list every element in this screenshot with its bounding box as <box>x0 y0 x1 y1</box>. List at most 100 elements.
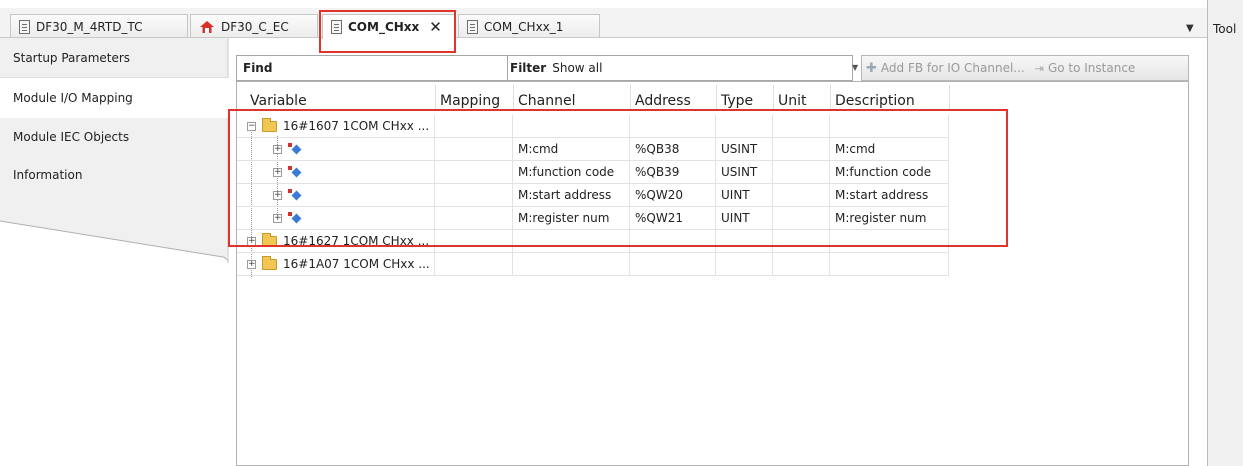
filter-label: Filter <box>510 61 547 75</box>
add-icon: ✚ <box>866 60 877 76</box>
table-row[interactable]: + M:function code %QB39 USINT M:function cod… <box>237 161 949 184</box>
folder-icon <box>262 255 277 270</box>
cell-channel: M:register num <box>513 207 630 230</box>
cell-description <box>830 115 949 138</box>
cell-variable[interactable]: +16#1A07 1COM CHxx ... <box>237 253 435 276</box>
tab-label: DF30_C_EC <box>221 19 289 34</box>
cell-unit <box>773 115 830 138</box>
cell-unit <box>773 230 830 253</box>
tab-list-dropdown-icon[interactable]: ▼ <box>1186 23 1194 34</box>
cell-channel: M:function code <box>513 161 630 184</box>
go-to-instance-icon: ⇥ <box>1034 61 1044 75</box>
cell-mapping <box>435 230 513 253</box>
house-icon <box>200 20 214 33</box>
cell-address <box>630 115 716 138</box>
cell-mapping <box>435 253 513 276</box>
cell-variable[interactable]: + <box>237 138 435 161</box>
add-fb-for-io-channel-button[interactable]: ✚ Add FB for IO Channel... <box>866 61 1025 76</box>
cell-mapping <box>435 115 513 138</box>
tab-df30-c-ec[interactable]: DF30_C_EC <box>190 14 318 38</box>
column-header-variable[interactable]: Variable <box>245 82 435 110</box>
nav-item-information[interactable]: Information <box>0 156 228 194</box>
tab-label: COM_CHxx <box>348 20 420 34</box>
cell-address <box>630 253 716 276</box>
cell-channel: M:start address <box>513 184 630 207</box>
filter-dropdown-icon[interactable]: ▼ <box>852 63 858 72</box>
find-input[interactable]: Find <box>236 55 508 81</box>
cell-mapping <box>435 138 513 161</box>
table-row[interactable]: + M:register num %QW21 UINT M:register num <box>237 207 949 230</box>
cell-description: M:cmd <box>830 138 949 161</box>
cell-variable[interactable]: + <box>237 207 435 230</box>
cell-variable[interactable]: +16#1627 1COM CHxx ... <box>237 230 435 253</box>
table-row-group[interactable]: +16#1627 1COM CHxx ... <box>237 230 949 253</box>
table-row-group[interactable]: +16#1A07 1COM CHxx ... <box>237 253 949 276</box>
expand-icon[interactable]: + <box>273 190 282 200</box>
device-icon <box>19 19 30 34</box>
nav-item-module-iec-objects[interactable]: Module IEC Objects <box>0 118 228 156</box>
cell-variable[interactable]: + <box>237 184 435 207</box>
table-row[interactable]: + M:cmd %QB38 USINT M:cmd <box>237 138 949 161</box>
cell-type: USINT <box>716 161 773 184</box>
cell-channel <box>513 230 630 253</box>
cell-unit <box>773 184 830 207</box>
cell-mapping <box>435 184 513 207</box>
io-channel-icon <box>288 189 302 201</box>
nav-item-startup-parameters[interactable]: Startup Parameters <box>0 38 228 78</box>
module-settings-nav: Startup Parameters Module I/O Mapping Mo… <box>0 38 236 466</box>
cell-description <box>830 230 949 253</box>
collapse-icon[interactable]: − <box>247 121 256 131</box>
go-to-instance-label: Go to Instance <box>1047 61 1136 75</box>
column-header-description[interactable]: Description <box>830 82 949 110</box>
go-to-instance-button[interactable]: ⇥ Go to Instance <box>1035 61 1136 75</box>
filter-value: Show all <box>552 61 603 75</box>
toolbox-panel-title: Tool <box>1213 22 1237 36</box>
cell-description: M:register num <box>830 207 949 230</box>
column-header-unit[interactable]: Unit <box>773 82 830 110</box>
mapping-toolbar: Find Filter Show all ▼ ✚ Add FB for IO C… <box>236 55 1189 81</box>
tab-com-chxx-1[interactable]: COM_CHxx_1 <box>458 14 600 38</box>
column-header-channel[interactable]: Channel <box>513 82 630 110</box>
cell-type: UINT <box>716 184 773 207</box>
cell-description: M:start address <box>830 184 949 207</box>
expand-icon[interactable]: + <box>273 167 282 177</box>
cell-variable[interactable]: − 16#1607 1COM CHxx ... <box>237 115 435 138</box>
cell-type <box>716 115 773 138</box>
cell-unit <box>773 161 830 184</box>
column-header-address[interactable]: Address <box>630 82 716 110</box>
cell-channel <box>513 115 630 138</box>
expand-icon[interactable]: + <box>273 144 282 154</box>
expand-icon[interactable]: + <box>247 259 256 269</box>
filter-select[interactable]: Filter Show all <box>508 55 853 81</box>
nav-item-module-io-mapping[interactable]: Module I/O Mapping <box>0 78 228 118</box>
folder-icon <box>262 232 277 247</box>
variable-label: 16#1607 1COM CHxx ... <box>283 119 430 133</box>
grid-header: Variable Mapping Channel Address Type Un… <box>237 82 1188 110</box>
find-label: Find <box>243 61 273 75</box>
cell-address: %QW21 <box>630 207 716 230</box>
editor-tab-strip: DF30_M_4RTD_TC DF30_C_EC COM_CHxx ✕ COM_… <box>0 8 1207 39</box>
toolbox-panel[interactable]: Tool <box>1207 0 1243 466</box>
cell-address: %QB38 <box>630 138 716 161</box>
add-fb-label: Add FB for IO Channel... <box>880 61 1025 75</box>
cell-type <box>716 253 773 276</box>
io-mapping-grid[interactable]: Variable Mapping Channel Address Type Un… <box>236 81 1189 466</box>
expand-icon[interactable]: + <box>273 213 282 223</box>
table-row[interactable]: + M:start address %QW20 UINT M:start address <box>237 184 949 207</box>
cell-variable[interactable]: + <box>237 161 435 184</box>
device-icon <box>331 20 342 34</box>
expand-icon[interactable]: + <box>247 236 256 246</box>
tab-df30-m-4rtd-tc[interactable]: DF30_M_4RTD_TC <box>10 14 188 38</box>
table-row-group[interactable]: − 16#1607 1COM CHxx ... <box>237 115 949 138</box>
column-header-type[interactable]: Type <box>716 82 773 110</box>
column-header-mapping[interactable]: Mapping <box>435 82 513 110</box>
tab-label: COM_CHxx_1 <box>484 19 564 34</box>
cell-unit <box>773 138 830 161</box>
cell-type: UINT <box>716 207 773 230</box>
cell-address <box>630 230 716 253</box>
fb-toolbar: ✚ Add FB for IO Channel... ⇥ Go to Insta… <box>861 55 1189 81</box>
tab-com-chxx[interactable]: COM_CHxx ✕ <box>322 14 455 39</box>
cell-address: %QW20 <box>630 184 716 207</box>
close-tab-icon[interactable]: ✕ <box>429 18 442 36</box>
cell-mapping <box>435 207 513 230</box>
